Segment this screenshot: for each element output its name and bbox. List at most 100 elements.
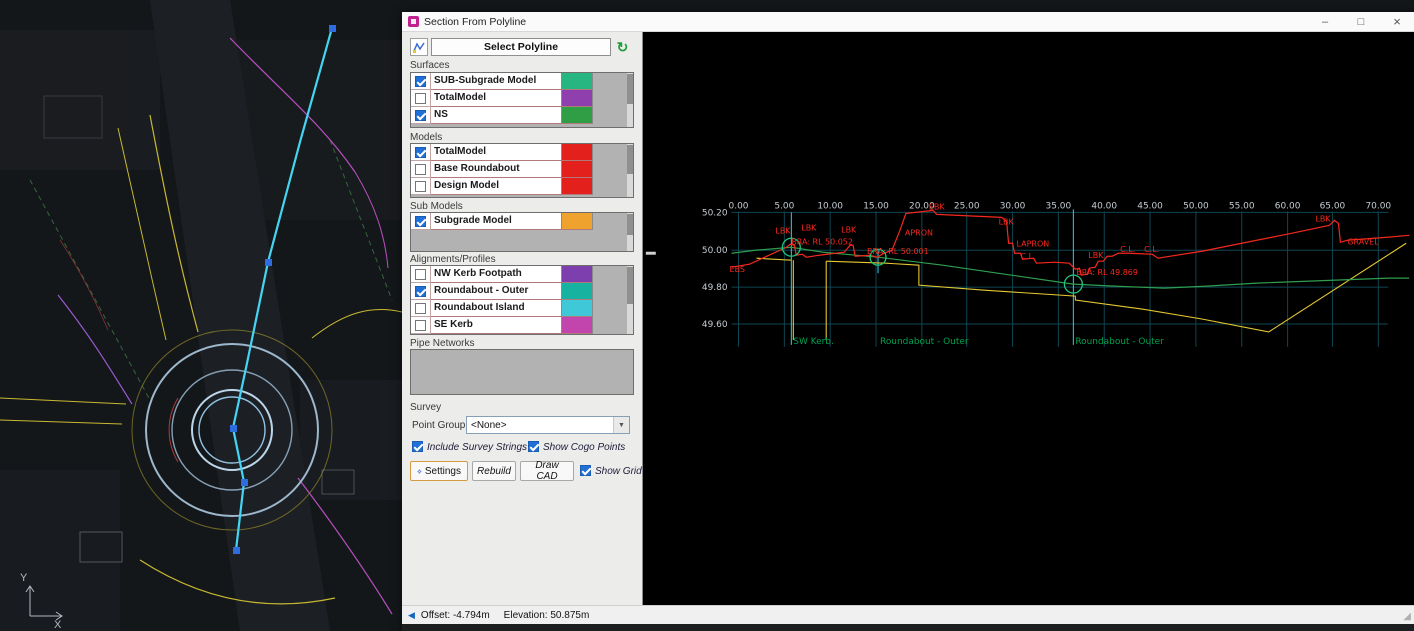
section-label: EBS xyxy=(730,265,745,274)
alignment-row[interactable]: SE Kerb xyxy=(411,317,633,334)
surface-checkbox[interactable] xyxy=(415,93,426,104)
x-tick: 60.00 xyxy=(1275,201,1301,211)
refresh-button[interactable]: ↻ xyxy=(613,38,632,56)
section-label: LBK xyxy=(775,226,791,235)
alignment-checkbox[interactable] xyxy=(415,286,426,297)
dialog-title-area[interactable]: Section From Polyline xyxy=(402,16,526,28)
alignment-label[interactable]: SE Kerb xyxy=(431,317,562,334)
alignment-color-swatch[interactable] xyxy=(562,300,593,317)
alignment-color-swatch[interactable] xyxy=(562,283,593,300)
model-row[interactable]: Design Model xyxy=(411,178,633,195)
model-color-swatch[interactable] xyxy=(562,161,593,178)
model-checkbox[interactable] xyxy=(415,164,426,175)
sub-model-color-swatch[interactable] xyxy=(562,213,593,230)
x-tick: 25.00 xyxy=(954,201,980,211)
y-axis-labels: 50.20 50.00 49.80 49.60 xyxy=(702,208,728,330)
alignment-color-swatch[interactable] xyxy=(562,317,593,334)
window-controls: – □ × xyxy=(1318,12,1404,31)
point-group-dropdown[interactable]: <None> ▼ xyxy=(466,416,630,434)
surface-checkbox[interactable] xyxy=(415,76,426,87)
models-group-label: Models xyxy=(410,132,442,143)
x-tick: 55.00 xyxy=(1229,201,1255,211)
close-button[interactable]: × xyxy=(1390,14,1404,29)
ucs-y-label: Y xyxy=(20,572,28,584)
minimize-button[interactable]: – xyxy=(1318,16,1332,28)
station-label: Roundabout - Outer xyxy=(1075,337,1164,347)
pick-polyline-icon-button[interactable] xyxy=(410,38,428,56)
alignment-checkbox[interactable] xyxy=(415,303,426,314)
model-label[interactable]: Design Model xyxy=(431,178,562,195)
app-root: Y X Section From Polyline – □ × xyxy=(0,0,1414,631)
show-cogo-points-checkbox[interactable] xyxy=(528,441,539,452)
select-polyline-button[interactable]: Select Polyline xyxy=(431,38,611,56)
scrollbar[interactable] xyxy=(627,144,633,197)
x-tick: 70.00 xyxy=(1365,201,1391,211)
pipe-networks-group-label: Pipe Networks xyxy=(410,338,474,349)
surface-row[interactable]: TotalModel xyxy=(411,90,633,107)
section-plot[interactable]: 0.00 5.00 10.00 15.00 20.00 25.00 30.00 … xyxy=(643,32,1414,605)
section-label: LAPRON xyxy=(1017,239,1050,248)
alignment-checkbox[interactable] xyxy=(415,269,426,280)
model-label[interactable]: Base Roundabout xyxy=(431,161,562,178)
surface-row[interactable]: NS xyxy=(411,107,633,124)
surface-label[interactable]: TotalModel xyxy=(431,90,562,107)
back-arrow-icon[interactable]: ◀ xyxy=(408,610,415,621)
surface-label[interactable]: SUB-Subgrade Model xyxy=(431,73,562,90)
status-offset: Offset: -4.794m xyxy=(421,610,490,621)
section-label: APRON xyxy=(905,228,933,237)
surface-color-swatch[interactable] xyxy=(562,90,593,107)
x-tick: 30.00 xyxy=(1000,201,1026,211)
surface-color-swatch[interactable] xyxy=(562,107,593,124)
alignment-label[interactable]: Roundabout Island xyxy=(431,300,562,317)
window-bottom-edge xyxy=(402,624,1414,631)
alignment-row[interactable]: NW Kerb Footpath xyxy=(411,266,633,283)
main-area: Select Polyline ↻ Surfaces SUB-Subgrade … xyxy=(402,32,1414,605)
alignment-label[interactable]: NW Kerb Footpath xyxy=(431,266,562,283)
draw-cad-button[interactable]: Draw CAD xyxy=(520,461,574,481)
maximize-button[interactable]: □ xyxy=(1354,16,1368,28)
alignment-row[interactable]: Roundabout - Outer xyxy=(411,283,633,300)
sub-model-label[interactable]: Subgrade Model xyxy=(431,213,562,230)
model-row[interactable]: TotalModel xyxy=(411,144,633,161)
include-survey-strings-checkbox[interactable] xyxy=(412,441,423,452)
section-canvas[interactable]: 0.00 5.00 10.00 15.00 20.00 25.00 30.00 … xyxy=(643,32,1414,605)
subgrade-line xyxy=(756,243,1406,340)
sub-model-checkbox[interactable] xyxy=(415,216,426,227)
scrollbar[interactable] xyxy=(627,73,633,127)
status-elevation: Elevation: 50.875m xyxy=(504,610,590,621)
surface-color-swatch[interactable] xyxy=(562,73,593,90)
model-color-swatch[interactable] xyxy=(562,178,593,195)
chevron-down-icon[interactable]: ▼ xyxy=(613,417,629,433)
section-label: C.L. xyxy=(1144,245,1159,254)
sub-model-row[interactable]: Subgrade Model xyxy=(411,213,633,230)
scrollbar[interactable] xyxy=(627,266,633,334)
model-color-swatch[interactable] xyxy=(562,144,593,161)
surface-checkbox[interactable] xyxy=(415,110,426,121)
x-tick: 0.00 xyxy=(729,201,749,211)
section-label: BRA: RL 50.052 xyxy=(791,237,853,246)
show-grid-checkbox[interactable] xyxy=(580,465,591,476)
surface-label[interactable]: NS xyxy=(431,107,562,124)
scrollbar[interactable] xyxy=(627,213,633,251)
model-checkbox[interactable] xyxy=(415,181,426,192)
alignment-label[interactable]: Roundabout - Outer xyxy=(431,283,562,300)
y-tick: 49.80 xyxy=(702,283,728,293)
alignment-color-swatch[interactable] xyxy=(562,266,593,283)
surfaces-list: SUB-Subgrade Model TotalModel NS xyxy=(410,72,634,128)
settings-button-label: Settings xyxy=(425,466,461,477)
model-checkbox[interactable] xyxy=(415,147,426,158)
resize-grip-icon[interactable]: ◢ xyxy=(1403,612,1411,622)
rebuild-button[interactable]: Rebuild xyxy=(472,461,516,481)
section-label: LBK xyxy=(1088,251,1104,260)
model-row[interactable]: Base Roundabout xyxy=(411,161,633,178)
alignment-row[interactable]: Roundabout Island xyxy=(411,300,633,317)
x-tick: 10.00 xyxy=(817,201,843,211)
surface-row[interactable]: SUB-Subgrade Model xyxy=(411,73,633,90)
alignment-checkbox[interactable] xyxy=(415,320,426,331)
section-label: C.L. xyxy=(1021,252,1036,261)
x-tick: 15.00 xyxy=(863,201,889,211)
model-label[interactable]: TotalModel xyxy=(431,144,562,161)
settings-button[interactable]: Settings xyxy=(410,461,468,481)
cad-viewport[interactable]: Y X xyxy=(0,0,402,631)
app-window: Section From Polyline – □ × Select Polyl… xyxy=(402,12,1414,631)
